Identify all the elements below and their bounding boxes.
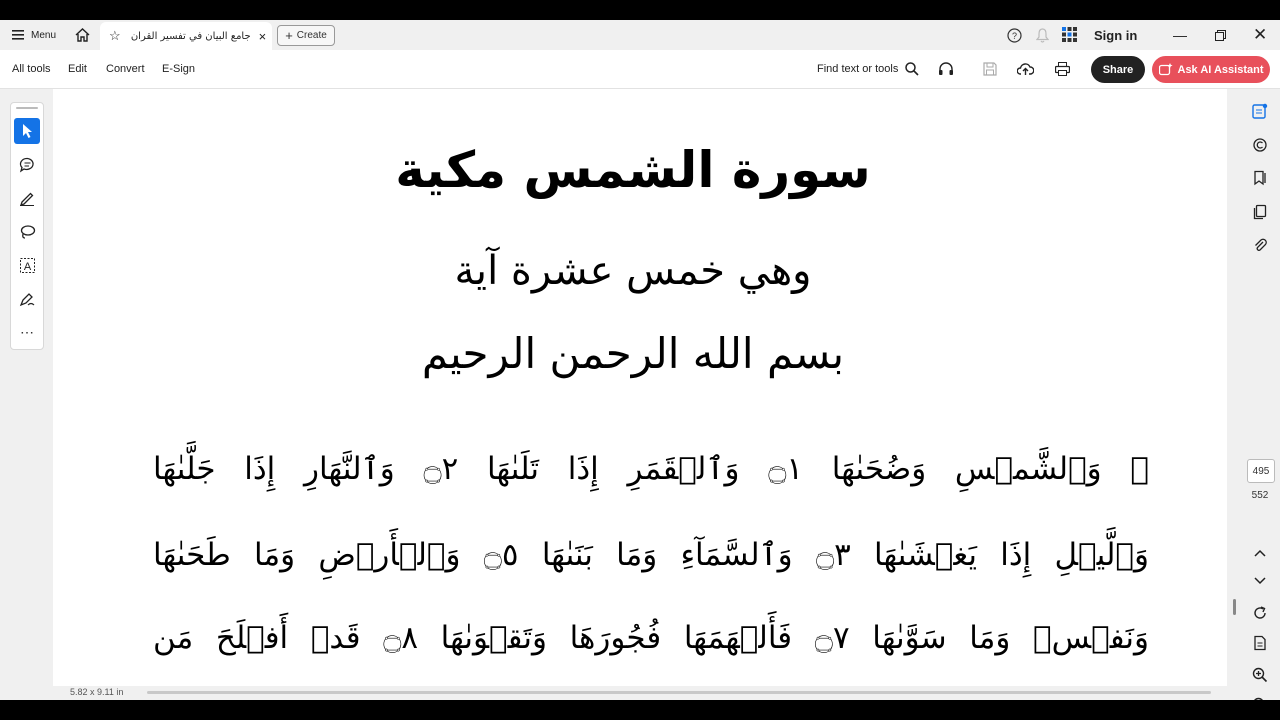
bookmarks-icon[interactable] bbox=[1250, 168, 1270, 188]
help-icon[interactable]: ? bbox=[1006, 27, 1022, 43]
text-box-icon: A bbox=[19, 257, 35, 273]
all-tools-menu[interactable]: All tools bbox=[12, 50, 51, 88]
cloud-upload-icon[interactable] bbox=[1017, 61, 1034, 77]
tab-title: جامع البيان في تفسير القرآن -... bbox=[129, 30, 251, 42]
svg-text:A: A bbox=[23, 261, 31, 273]
surah-title: سورة الشمس مكية bbox=[395, 141, 871, 199]
esign-menu[interactable]: E-Sign bbox=[162, 50, 195, 88]
lasso-icon bbox=[20, 225, 35, 239]
ai-assistant-button[interactable]: Ask AI Assistant bbox=[1152, 56, 1270, 83]
page-down-icon[interactable] bbox=[1250, 571, 1270, 591]
main-toolbar: All tools Edit Convert E-Sign Find text … bbox=[0, 50, 1280, 89]
ai-label: Ask AI Assistant bbox=[1177, 63, 1264, 76]
minimize-icon[interactable]: — bbox=[1173, 20, 1187, 50]
save-icon[interactable] bbox=[982, 61, 998, 77]
sign-in-button[interactable]: Sign in bbox=[1094, 20, 1137, 50]
ayah-count-heading: وهي خمس عشرة آية bbox=[454, 248, 812, 294]
verse-line-2: وَٱلَّيۡلِ إِذَا يَغۡشَىٰهَا ۝٣ وَٱلسَّم… bbox=[153, 537, 1149, 573]
ai-sparkle-icon bbox=[1158, 62, 1173, 75]
select-tool[interactable] bbox=[14, 118, 40, 144]
sign-tool[interactable] bbox=[14, 286, 40, 312]
restore-icon[interactable] bbox=[1213, 28, 1227, 42]
document-page[interactable]: سورة الشمس مكية وهي خمس عشرة آية بسم الل… bbox=[53, 89, 1227, 686]
quick-tools-panel: A ⋯ bbox=[10, 102, 44, 350]
comment-icon bbox=[19, 157, 34, 173]
panel-drag-handle[interactable] bbox=[16, 107, 38, 109]
text-box-tool[interactable]: A bbox=[14, 252, 40, 278]
highlight-tool[interactable] bbox=[14, 185, 40, 211]
star-icon[interactable]: ☆ bbox=[109, 28, 121, 44]
verse-line-3: وَنَفۡسٖ وَمَا سَوَّىٰهَا ۝٧ فَأَلۡهَمَه… bbox=[153, 620, 1149, 656]
basmala: بسم الله الرحمن الرحيم bbox=[421, 329, 845, 378]
convert-menu[interactable]: Convert bbox=[106, 50, 145, 88]
ai-summary-icon[interactable] bbox=[1250, 101, 1270, 121]
page-size-label: 5.82 x 9.11 in bbox=[70, 687, 124, 697]
title-bar: Menu ☆ جامع البيان في تفسير القرآن -... … bbox=[0, 20, 1280, 51]
signature-pen-icon bbox=[19, 293, 34, 307]
menu-label: Menu bbox=[31, 29, 57, 41]
plus-icon: + bbox=[285, 28, 293, 43]
create-button[interactable]: + Create bbox=[277, 25, 335, 46]
read-aloud-icon[interactable] bbox=[938, 61, 954, 77]
horizontal-scrollbar[interactable] bbox=[147, 691, 1211, 694]
svg-text:?: ? bbox=[1011, 31, 1016, 41]
draw-tool[interactable] bbox=[14, 219, 40, 245]
close-window-icon[interactable]: ✕ bbox=[1253, 20, 1267, 50]
attachments-icon[interactable] bbox=[1250, 235, 1270, 255]
print-icon[interactable] bbox=[1054, 61, 1070, 77]
document-tab[interactable]: ☆ جامع البيان في تفسير القرآن -... × bbox=[100, 22, 272, 50]
current-page-field[interactable]: 495 bbox=[1247, 459, 1275, 483]
verse-line-1: ﴿ وَٱلشَّمۡسِ وَضُحَىٰهَا ۝١ وَٱلۡقَمَرِ… bbox=[153, 451, 1150, 487]
right-rail bbox=[1240, 89, 1280, 713]
apps-grid-icon[interactable] bbox=[1061, 26, 1077, 42]
comment-tool[interactable] bbox=[14, 152, 40, 178]
status-bar: 5.82 x 9.11 in bbox=[53, 686, 1227, 700]
edit-menu[interactable]: Edit bbox=[68, 50, 87, 88]
share-button[interactable]: Share bbox=[1091, 56, 1145, 83]
hamburger-icon bbox=[12, 30, 24, 40]
rotate-icon[interactable] bbox=[1250, 603, 1270, 623]
vertical-scrollbar[interactable] bbox=[1233, 599, 1236, 615]
more-tools-icon[interactable]: ⋯ bbox=[14, 319, 40, 345]
zoom-in-icon[interactable] bbox=[1250, 665, 1270, 685]
find-label: Find text or tools bbox=[817, 63, 899, 75]
pages-thumbnails-icon[interactable] bbox=[1250, 202, 1270, 222]
comments-panel-icon[interactable] bbox=[1250, 135, 1270, 155]
screen-bottom-border bbox=[0, 700, 1280, 720]
create-label: Create bbox=[296, 30, 327, 41]
find-tools-search[interactable]: Find text or tools bbox=[817, 50, 919, 88]
page-up-icon[interactable] bbox=[1250, 543, 1270, 563]
fit-page-icon[interactable] bbox=[1250, 633, 1270, 653]
close-tab-icon[interactable]: × bbox=[259, 29, 267, 44]
menu-button[interactable]: Menu bbox=[12, 20, 56, 50]
acrobat-window: Menu ☆ جامع البيان في تفسير القرآن -... … bbox=[0, 20, 1280, 713]
home-icon[interactable] bbox=[74, 27, 90, 43]
cursor-arrow-icon bbox=[23, 124, 32, 138]
bell-icon[interactable] bbox=[1034, 27, 1050, 43]
total-pages: 552 bbox=[1251, 490, 1269, 501]
search-icon bbox=[905, 62, 919, 76]
pen-icon bbox=[19, 192, 34, 206]
